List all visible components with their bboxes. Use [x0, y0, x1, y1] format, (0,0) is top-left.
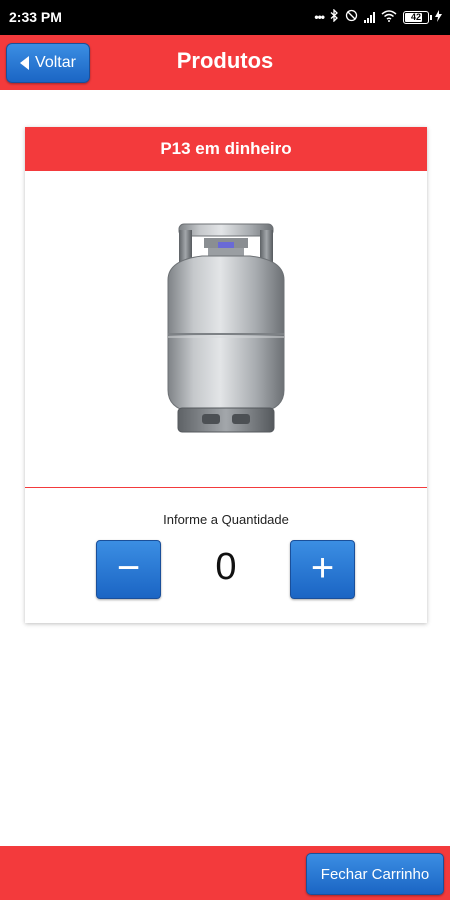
- status-time: 2:33 PM: [9, 9, 62, 25]
- battery-icon: 42: [403, 10, 432, 24]
- close-cart-button[interactable]: Fechar Carrinho: [306, 853, 444, 895]
- gas-cylinder-icon: [167, 223, 285, 432]
- status-bar: 2:33 PM ••• 42: [0, 0, 450, 35]
- wifi-icon: [381, 9, 397, 25]
- product-image: [25, 171, 427, 488]
- battery-level: 42: [410, 12, 421, 22]
- quantity-label: Informe a Quantidade: [163, 512, 289, 527]
- app-header: Voltar Produtos: [0, 35, 450, 90]
- signal-icon: [364, 11, 375, 23]
- product-card: P13 em dinheiro Informe a Quantidade − 0…: [25, 127, 427, 623]
- product-name: P13 em dinheiro: [25, 127, 427, 171]
- charging-icon: [435, 9, 442, 25]
- notification-dots-icon: •••: [314, 10, 325, 24]
- footer-bar: Fechar Carrinho: [0, 846, 450, 900]
- quantity-value: 0: [215, 546, 237, 588]
- page-title: Produtos: [176, 48, 274, 73]
- status-icons: ••• 42: [314, 8, 442, 26]
- do-not-disturb-icon: [345, 9, 358, 25]
- quantity-stepper: − 0 +: [25, 540, 427, 600]
- decrease-quantity-button[interactable]: −: [96, 540, 161, 599]
- bluetooth-icon: [330, 8, 339, 25]
- increase-quantity-button[interactable]: +: [290, 540, 355, 599]
